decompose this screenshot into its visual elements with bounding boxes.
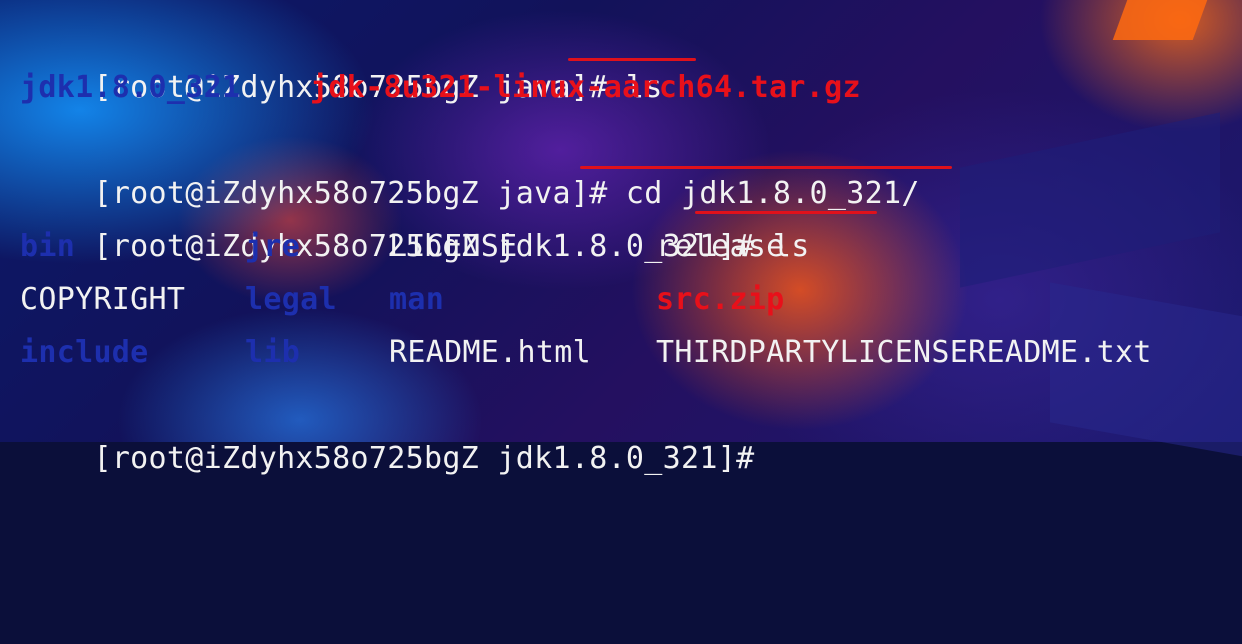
prompt-text: [root@iZdyhx58o725bgZ jdk1.8.0_321]# [93,441,755,476]
dir-entry: include [20,335,149,370]
listing-row: bin jre LICENSE release [20,220,1230,273]
annotation-underline [568,58,696,61]
ls-output-line: jdk1.8.0_321 jdk-8u321-linux-aarch64.tar… [20,61,1230,114]
annotation-underline [580,166,952,169]
dir-entry: lib [245,335,301,370]
listing-row: include lib README.html THIRDPARTYLICENS… [20,326,1230,379]
file-entry: COPYRIGHT [20,282,186,317]
dir-entry: jre [245,229,301,264]
archive-entry: src.zip [656,282,785,317]
file-entry: THIRDPARTYLICENSEREADME.txt [656,335,1152,370]
command-line: [root@iZdyhx58o725bgZ java]# ls [20,8,1230,105]
dir-entry: man [389,282,445,317]
file-entry: release [656,229,785,264]
command-line: [root@iZdyhx58o725bgZ java]# cd jdk1.8.0… [20,114,1230,211]
command-line: [root@iZdyhx58o725bgZ jdk1.8.0_321]# ls [20,167,1230,264]
file-entry: LICENSE [389,229,518,264]
annotation-underline [695,211,877,214]
terminal-output[interactable]: [root@iZdyhx58o725bgZ java]# ls jdk1.8.0… [20,8,1230,476]
dir-entry: bin [20,229,76,264]
dir-entry: legal [245,282,337,317]
archive-entry: jdk-8u321-linux-aarch64.tar.gz [310,70,861,105]
command-line: [root@iZdyhx58o725bgZ jdk1.8.0_321]# [20,379,1230,476]
file-entry: README.html [389,335,591,370]
listing-row: COPYRIGHT legal man src.zip [20,273,1230,326]
dir-entry: jdk1.8.0_321 [20,70,241,105]
